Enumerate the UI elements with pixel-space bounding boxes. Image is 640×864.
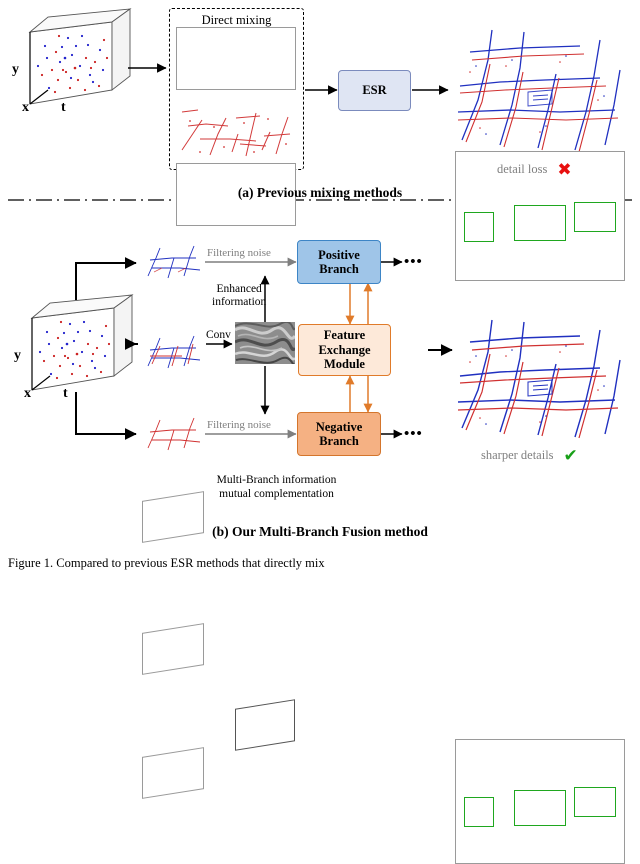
dots-top: ••• [404,254,423,270]
axis-label-y-a: y [12,62,19,77]
figure-root: y x t Direct mixing ESR detail loss ✖ (a… [0,0,640,864]
figure-caption: Figure 1. Compared to previous ESR metho… [8,556,325,570]
arrow-b-to-bottom-branch [75,392,137,440]
region-highlight-a-2 [514,205,566,241]
arrow-b-to-top-branch [75,257,137,300]
negative-branch-line1: Negative [315,419,363,434]
axis-label-y-b: y [14,348,21,363]
positive-branch-line1: Positive [318,247,360,262]
conv-label: Conv [206,329,231,341]
region-highlight-b-1 [464,797,494,827]
dots-bottom: ••• [404,426,423,442]
axis-label-x-b: x [24,386,31,401]
detail-loss-label: detail loss [497,162,548,176]
output-image-b-frame [455,739,625,864]
cross-icon: ✖ [557,160,572,180]
enhanced-information-line2: information [212,296,267,309]
event-subimage-bottom [142,412,204,454]
fem-line3: Module [324,357,365,372]
multi-branch-line2: mutual complementation [219,488,334,501]
detail-loss-group: detail loss ✖ [497,158,572,180]
input-event-cloud-b [30,294,134,391]
axis-label-t-a: t [61,100,66,115]
esr-label: ESR [362,83,387,98]
fem-line2: Exchange [318,342,371,357]
feature-map-frame [235,699,295,751]
feature-map-image [235,322,295,364]
region-highlight-a-3 [574,202,616,232]
check-icon: ✔ [563,446,578,466]
enhanced-information-line1: Enhanced [216,283,262,295]
fem-line1: Feature [323,328,366,343]
input-event-cloud-a [28,8,132,105]
sharper-details-label: sharper details [481,448,554,462]
event-subimage-middle [142,330,204,372]
axis-label-x-a: x [22,100,29,115]
filtering-noise-top-label: Filtering noise [207,247,271,259]
esr-block: ESR [338,70,411,111]
mixed-image-top-frame [176,27,296,90]
region-highlight-b-3 [574,787,616,817]
region-highlight-b-2 [514,790,566,826]
multi-branch-note: Multi-Branch information mutual compleme… [125,473,428,502]
negative-branch-block: Negative Branch [297,412,381,456]
event-subimage-middle-frame [142,623,204,675]
sharper-details-group: sharper details ✔ [481,444,578,466]
enhanced-information-label: Enhanced information [212,283,266,309]
region-highlight-a-1 [464,212,494,242]
feature-exchange-module-block: Feature Exchange Module [298,324,391,376]
output-image-a-content [455,25,625,155]
event-subimage-top [142,240,204,282]
output-image-b-content [455,315,625,440]
positive-branch-line2: Branch [319,262,359,276]
multi-branch-line1: Multi-Branch information [216,474,337,486]
axis-label-t-b: t [63,386,68,401]
negative-branch-line2: Branch [319,434,359,448]
positive-branch-block: Positive Branch [297,240,381,284]
direct-mixing-label: Direct mixing [201,13,272,27]
panel-b-caption: (b) Our Multi-Branch Fusion method [212,524,428,539]
panel-a-caption: (a) Previous mixing methods [237,185,403,200]
event-subimage-bottom-frame [142,747,204,799]
filtering-noise-bottom-label: Filtering noise [207,419,271,431]
